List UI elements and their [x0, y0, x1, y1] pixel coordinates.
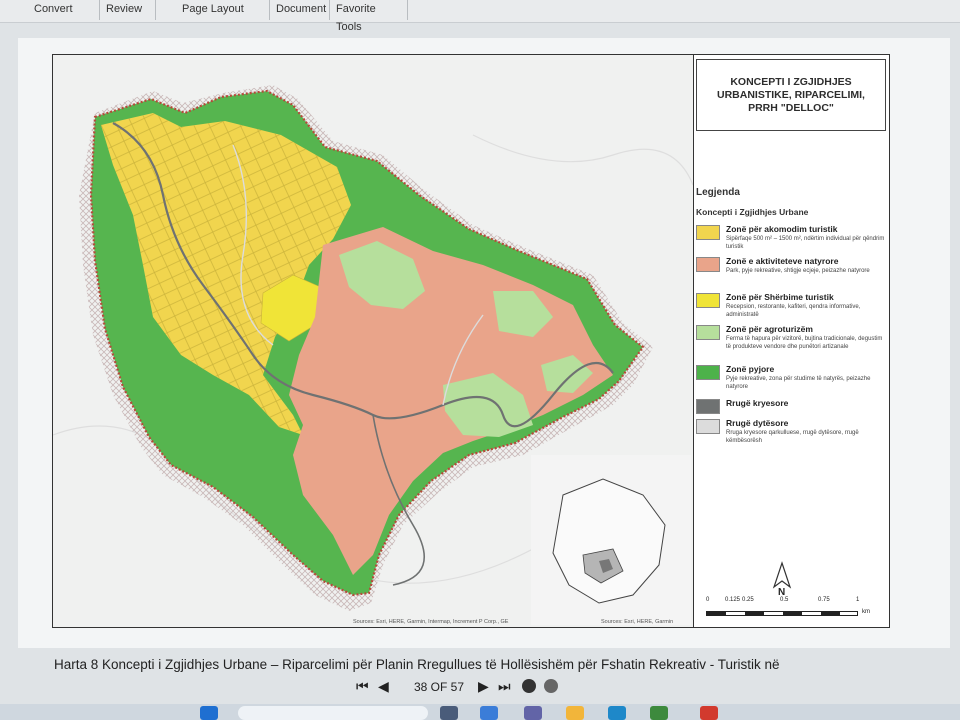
map-title: KONCEPTI I ZGJIDHJES URBANISTIKE, RIPARC…: [696, 59, 886, 131]
legend-swatch: [696, 225, 720, 240]
back-view-icon[interactable]: [522, 679, 536, 693]
legend-swatch: [696, 365, 720, 380]
scale-label: 0.5: [780, 597, 789, 603]
legend-item: Rrugë dytësore Rruga kryesore qarkulluese…: [696, 417, 888, 449]
legend-item-description: Park, pyje rekreative, shtigje ecjeje, p…: [726, 268, 870, 274]
legend-item: Zonë për agroturizëm Ferma të hapura për …: [696, 323, 888, 355]
legend-item-name: Rrugë kryesore: [726, 398, 789, 408]
legend-item-name: Zonë për Shërbime turistik: [726, 292, 834, 302]
legend-subheading: Koncepti i Zgjidhjes Urbane: [696, 207, 809, 217]
app-icon-2[interactable]: [480, 706, 498, 720]
figure-caption: Harta 8 Koncepti i Zgjidhjes Urbane – Ri…: [54, 657, 780, 672]
app-icon-3[interactable]: [650, 706, 668, 720]
previous-page-icon[interactable]: ◀: [378, 678, 389, 695]
teams-icon[interactable]: [524, 706, 542, 720]
locator-inset-map: [531, 455, 691, 625]
legend-item-name: Zonë për agroturizëm: [726, 324, 813, 334]
inset-source-text: Sources: Esri, HERE, Garmin: [601, 619, 673, 625]
next-page-icon[interactable]: ▶: [478, 678, 489, 695]
legend-item-name: Zonë pyjore: [726, 364, 775, 374]
legend-item-description: Sipërfaqe 500 m² – 1500 m², ndërtim indi…: [726, 236, 885, 250]
scale-label: 0.75: [818, 597, 830, 603]
scale-label: 0.125: [725, 597, 741, 603]
tab-review[interactable]: Review: [100, 0, 156, 20]
last-page-icon[interactable]: ⏭: [498, 678, 511, 695]
legend-swatch: [696, 257, 720, 272]
scale-label: 1: [856, 597, 860, 603]
tab-favorite-tools[interactable]: Favorite Tools: [330, 0, 408, 33]
legend-item: Zonë pyjore Pyje rekreative, zona për stu…: [696, 363, 888, 395]
file-explorer-icon[interactable]: [566, 706, 584, 720]
legend-item-description: Rruga kryesore qarkulluese, rrugë dytëso…: [726, 430, 859, 444]
pdf-reader-icon[interactable]: [700, 706, 718, 720]
first-page-icon[interactable]: ⏮: [356, 678, 369, 695]
app-icon-1[interactable]: [440, 706, 458, 720]
page-indicator[interactable]: 38 OF 57: [414, 680, 464, 694]
legend-panel: KONCEPTI I ZGJIDHJES URBANISTIKE, RIPARC…: [693, 55, 889, 627]
legend-item-description: Recepsion, restorante, kafiteri, qendra …: [726, 304, 861, 318]
legend-item-description: Pyje rekreative, zona për studime të nat…: [726, 376, 871, 390]
edge-icon[interactable]: [608, 706, 626, 720]
legend-item-name: Zonë e aktiviteteve natyrore: [726, 256, 839, 266]
legend-swatch: [696, 325, 720, 340]
ribbon-toolbar: Convert Review Page Layout Document Favo…: [0, 0, 960, 33]
legend-item-name: Zonë për akomodim turistik: [726, 224, 838, 234]
search-box[interactable]: [238, 706, 428, 720]
legend-swatch: [696, 419, 720, 434]
legend-swatch: [696, 293, 720, 308]
map-frame: Sources: Esri, HERE, Garmin, Intermap, I…: [52, 54, 890, 628]
page-navigation: ⏮ ◀ 38 OF 57 ▶ ⏭: [0, 676, 960, 700]
scale-unit: km: [862, 609, 870, 615]
legend-item: Zonë për Shërbime turistik Recepsion, res…: [696, 291, 888, 323]
tab-convert[interactable]: Convert: [28, 0, 100, 20]
legend-item-description: Ferma të hapura për vizitorë, bujtina tr…: [726, 336, 883, 350]
tab-page-layout[interactable]: Page Layout: [156, 0, 270, 20]
legend-heading: Legjenda: [696, 187, 740, 198]
scale-bar: 0 0.125 0.25 0.5 0.75 1 km: [706, 597, 878, 621]
scale-label: 0.25: [742, 597, 754, 603]
taskbar: [0, 704, 960, 720]
scale-label: 0: [706, 597, 710, 603]
legend-item: Zonë e aktiviteteve natyrore Park, pyje r…: [696, 255, 888, 287]
forward-view-icon[interactable]: [544, 679, 558, 693]
map-source-text: Sources: Esri, HERE, Garmin, Intermap, I…: [353, 619, 509, 625]
map-canvas: Sources: Esri, HERE, Garmin, Intermap, I…: [53, 55, 693, 627]
windows-start-icon[interactable]: [200, 706, 218, 720]
legend-item-name: Rrugë dytësore: [726, 418, 789, 428]
legend-swatch: [696, 399, 720, 414]
legend-item: Zonë për akomodim turistik Sipërfaqe 500 …: [696, 223, 888, 255]
tab-document[interactable]: Document: [270, 0, 330, 20]
